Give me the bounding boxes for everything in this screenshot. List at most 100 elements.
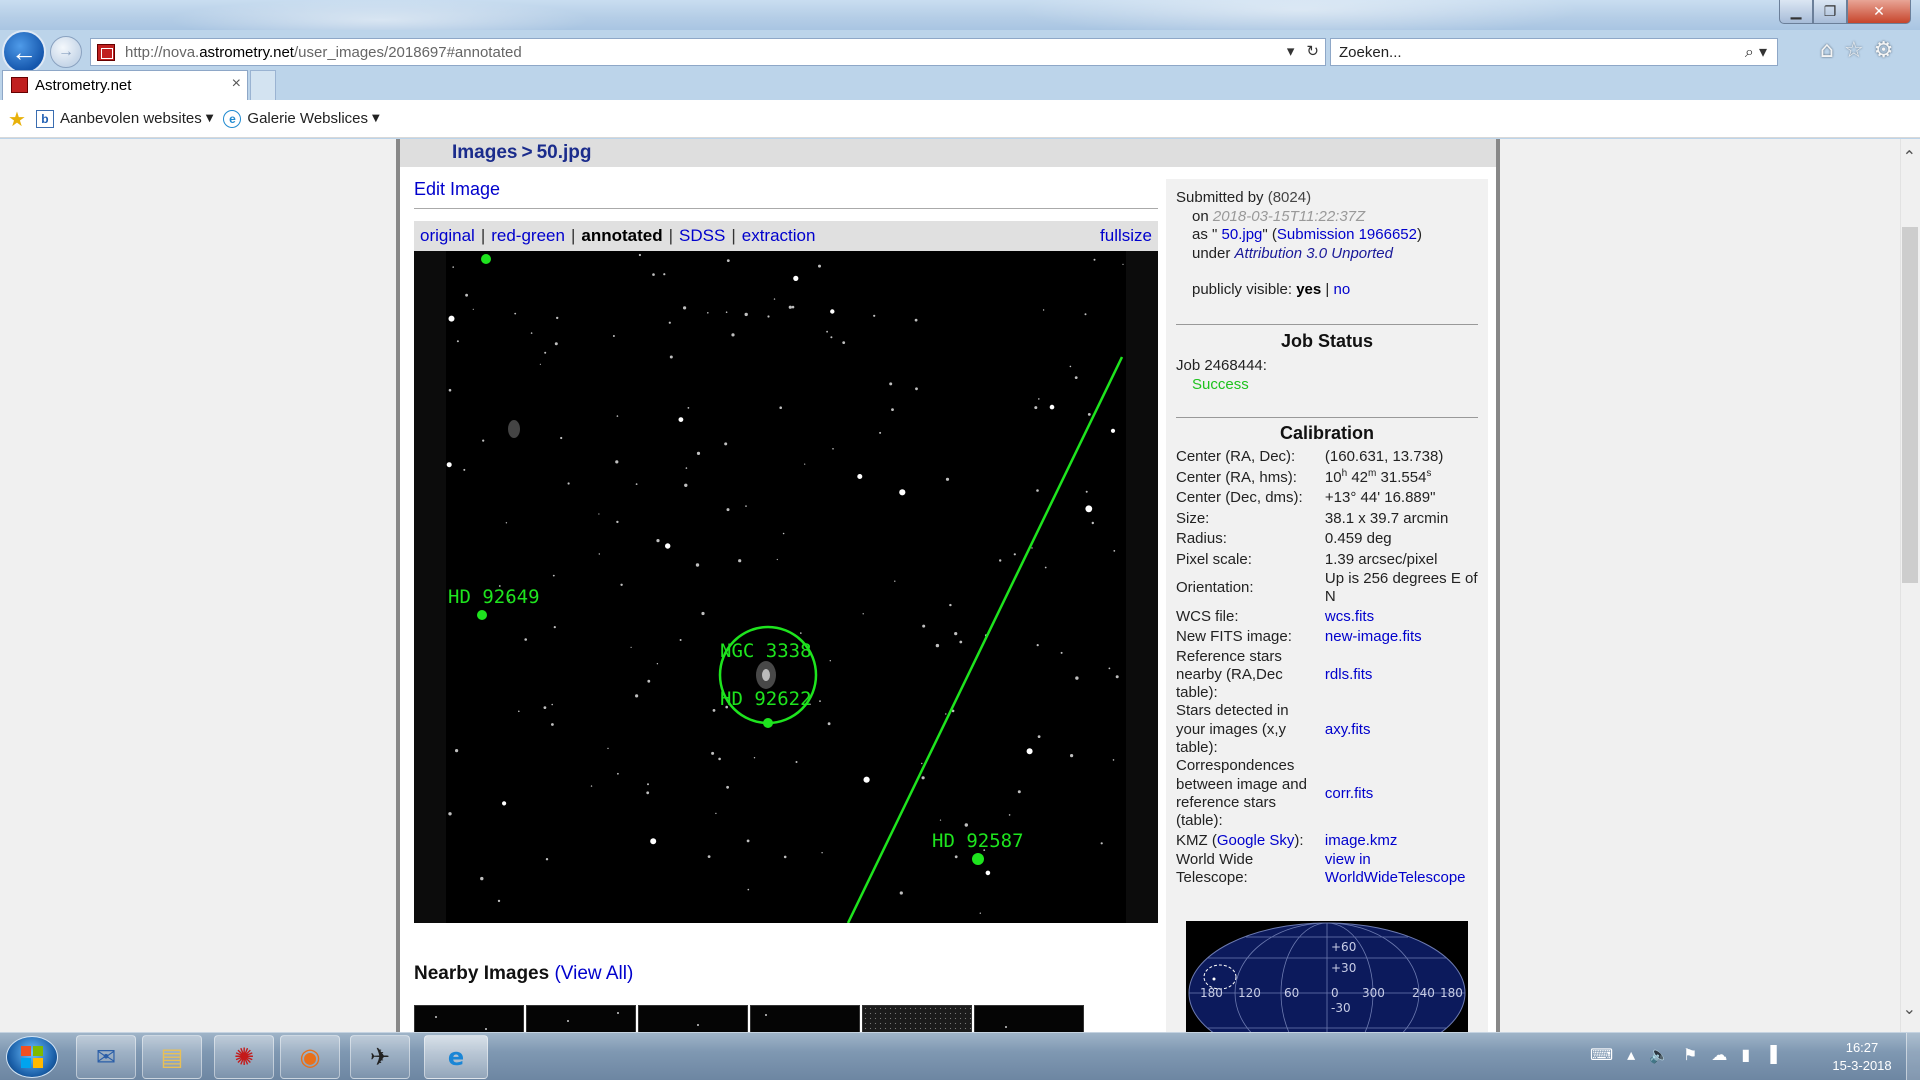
calib-key: Reference stars nearby (RA,Dec table): [1176,647,1283,702]
breadcrumb-images-link[interactable]: Images [452,142,517,163]
corr-fits-link[interactable]: corr.fits [1325,757,1486,830]
forward-button[interactable]: → [50,36,82,68]
wwt-link[interactable]: view in WorldWideTelescope [1325,851,1486,888]
tab-extraction[interactable]: extraction [742,226,816,246]
scroll-up-icon[interactable]: ⌃ [1903,147,1916,166]
favorites-star-icon[interactable]: ☆ [1844,38,1864,63]
network-icon[interactable]: ▐ [1764,1045,1776,1064]
nearby-thumbnail[interactable] [974,1005,1084,1032]
back-button[interactable]: ← [2,30,46,74]
edit-image-link[interactable]: Edit Image [414,179,500,200]
tab-astrometry[interactable]: Astrometry.net × [2,70,248,100]
sky-location-map[interactable]: +60 +30 -30 180 120 60 0 300 240 180 [1186,921,1468,1032]
flag-icon[interactable]: ⚑ [1683,1045,1697,1064]
annotated-star-image[interactable]: NGC 3338 HD 92622 HD 92649 HD 92587 [414,251,1158,923]
favorite-aanbevolen-websites[interactable]: b Aanbevolen websites ▼ [35,109,213,128]
star [921,762,923,765]
breadcrumb-file-link[interactable]: 50.jpg [537,142,592,163]
nearby-thumbnail[interactable] [414,1005,524,1032]
job-label: Job 2468444: [1176,357,1267,374]
star [552,574,555,577]
nearby-thumbnail[interactable] [526,1005,636,1032]
tab-annotated[interactable]: annotated [581,226,662,246]
close-tab-icon[interactable]: × [232,75,241,93]
new-tab-button[interactable] [250,70,276,100]
wcs-file-link[interactable]: wcs.fits [1325,607,1486,628]
table-row: Size: 38.1 x 39.7 arcmin [1176,509,1486,530]
tab-original[interactable]: original [420,226,475,246]
firefox-icon[interactable]: ◉ [280,1035,340,1079]
address-dropdown-icon[interactable]: ▾ [1287,42,1295,60]
url-domain: astrometry.net [199,43,294,61]
system-tray: ⌨ ▴ 🔈 ⚑ ☁ ▮ ▐ [1590,1045,1777,1064]
telescope-icon[interactable]: ✈ [350,1035,410,1079]
favorites-add-icon[interactable]: ★ [8,107,26,131]
cloud-icon[interactable]: ☁ [1711,1045,1727,1064]
refresh-icon[interactable]: ↻ [1306,42,1319,60]
start-button[interactable] [6,1036,58,1078]
thunderbird-icon[interactable]: ✉ [76,1035,136,1079]
star [505,522,508,524]
google-sky-link[interactable]: Google Sky [1217,832,1295,849]
file-explorer-icon[interactable]: ▤ [142,1035,202,1079]
star [894,580,896,582]
address-bar[interactable]: http://nova. astrometry.net/user_images/2… [90,38,1326,66]
tab-sdss[interactable]: SDSS [679,226,725,246]
on-label: on [1192,207,1209,225]
star [726,785,729,789]
scrollbar-thumb[interactable] [1902,227,1918,583]
star [1031,547,1033,549]
image-info-panel: Submitted by (8024) on 2018-03-15T11:22:… [1166,179,1488,1032]
tray-expand-icon[interactable]: ▴ [1627,1045,1635,1064]
submitter-link[interactable]: (8024) [1268,189,1311,206]
vertical-scrollbar[interactable]: ⌃ ⌄ [1900,139,1920,1032]
close-window-button[interactable]: ✕ [1847,0,1911,24]
stellarium-icon[interactable]: ✺ [214,1035,274,1079]
axy-fits-link[interactable]: axy.fits [1325,702,1486,757]
taskbar-clock[interactable]: 16:27 15-3-2018 [1820,1039,1904,1075]
search-input[interactable]: Zoeken... ⌕ ▾ [1330,38,1778,66]
fullsize-link[interactable]: fullsize [1100,226,1152,246]
gear-icon[interactable]: ⚙ [1874,38,1894,63]
internet-explorer-icon[interactable]: e [424,1035,488,1079]
star [921,776,925,780]
keyboard-icon[interactable]: ⌨ [1590,1045,1613,1064]
favorite-galerie-webslices[interactable]: e Galerie Webslices ▼ [223,109,380,128]
star [1042,309,1045,311]
file-link[interactable]: 50.jpg [1222,226,1263,243]
star [635,694,639,698]
visible-no-link[interactable]: no [1334,281,1351,298]
star [1044,566,1047,569]
image-kmz-link[interactable]: image.kmz [1325,831,1486,852]
calibration-heading: Calibration [1279,423,1374,443]
table-row: KMZ (Google Sky): image.kmz [1176,831,1486,852]
star [497,899,501,903]
minimize-button[interactable]: ▁ [1779,0,1813,24]
submission-link[interactable]: Submission 1966652 [1277,226,1417,243]
rdls-fits-link[interactable]: rdls.fits [1325,648,1486,703]
calib-key: World Wide Telescope: [1176,851,1254,887]
image-view-tabs: original | red-green | annotated | SDSS … [414,221,1158,251]
home-icon[interactable]: ⌂ [1820,38,1834,63]
calib-key: WCS file: [1176,607,1239,625]
nearby-thumbnail[interactable] [862,1005,972,1032]
star [554,342,558,346]
star [616,415,619,417]
nearby-thumbnail[interactable] [638,1005,748,1032]
search-icon[interactable]: ⌕ ▾ [1745,42,1767,62]
lon-label: 240 [1412,986,1435,1000]
star [726,259,730,262]
power-icon[interactable]: ▮ [1741,1045,1750,1064]
nearby-thumbnail[interactable] [750,1005,860,1032]
view-all-link[interactable]: View All [561,963,627,984]
volume-icon[interactable]: 🔈 [1649,1045,1669,1064]
tab-red-green[interactable]: red-green [491,226,565,246]
new-fits-link[interactable]: new-image.fits [1325,627,1486,648]
maximize-button[interactable]: ❐ [1813,0,1847,24]
license-link[interactable]: Attribution 3.0 Unported [1235,245,1393,262]
star [726,508,730,512]
star [779,406,782,409]
scroll-down-icon[interactable]: ⌄ [1903,999,1916,1018]
star [945,713,947,715]
show-desktop-button[interactable] [1906,1033,1920,1080]
